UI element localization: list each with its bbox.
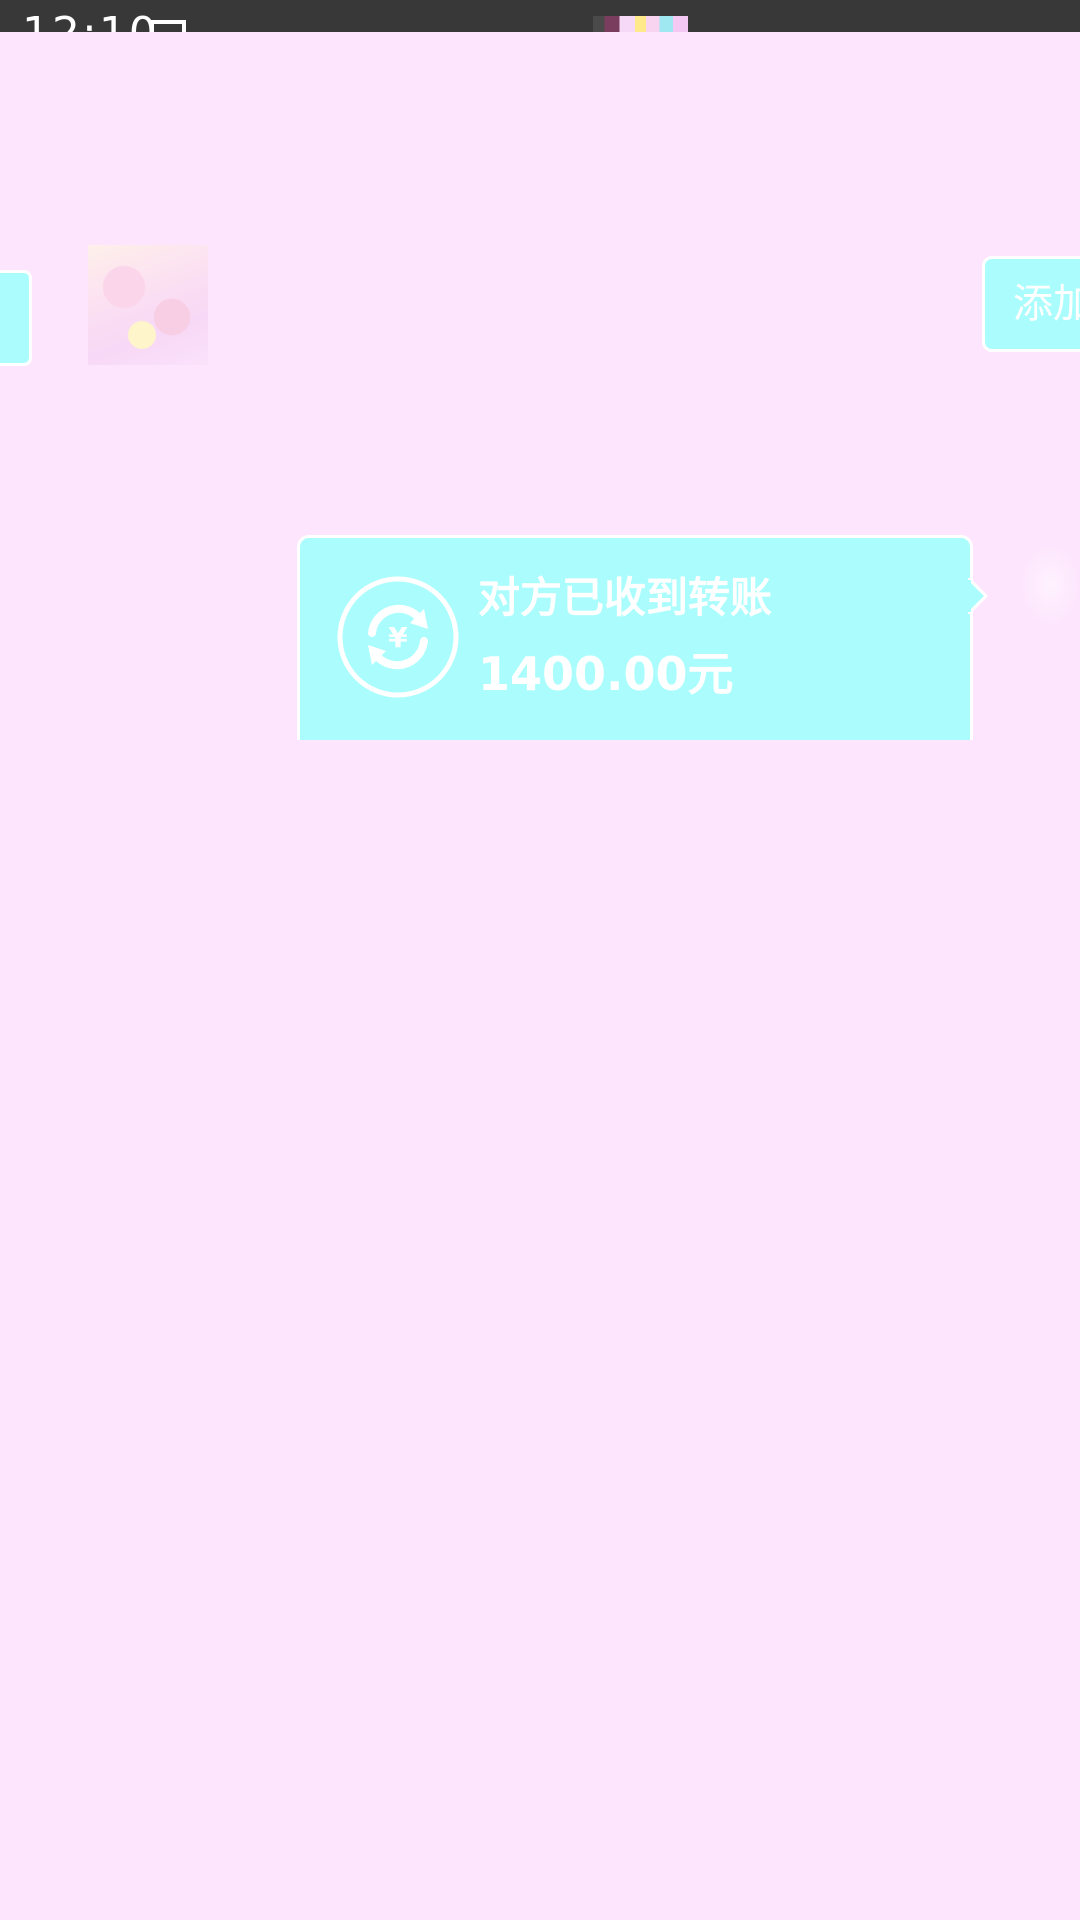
currency-exchange-icon: ¥	[337, 576, 459, 698]
transfer-amount: 1400.00元	[478, 647, 734, 701]
partial-message-bubble[interactable]	[0, 270, 32, 366]
status-bar: 12:10	[0, 0, 1080, 32]
partial-avatar	[1020, 545, 1080, 625]
status-time: 12:10	[22, 12, 159, 33]
image-icon	[150, 20, 186, 32]
notification-thumbnail-icon	[593, 16, 688, 32]
add-button[interactable]: 添加	[982, 256, 1080, 352]
card-tail	[968, 578, 989, 614]
svg-text:¥: ¥	[388, 621, 408, 654]
avatar[interactable]	[88, 245, 208, 365]
chat-screen: 12:10 添加 ¥ 对方已收到转账 1400.00元	[0, 0, 1080, 1920]
transfer-status-text: 对方已收到转账	[478, 573, 773, 622]
